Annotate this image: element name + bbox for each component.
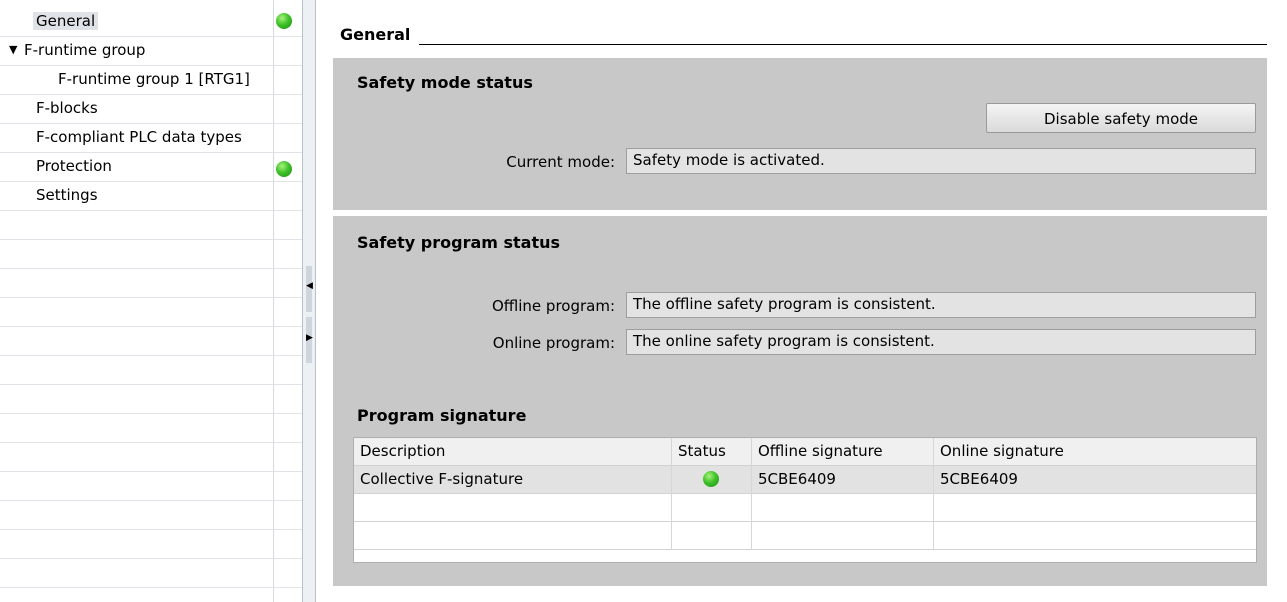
title-underline bbox=[419, 44, 1267, 45]
empty-cell bbox=[672, 522, 752, 550]
empty-cell bbox=[752, 494, 934, 522]
expand-triangle-icon[interactable]: ▼ bbox=[9, 43, 17, 56]
cell-status bbox=[672, 466, 752, 494]
nav-item-f-blocks[interactable]: F-blocks bbox=[0, 95, 302, 124]
nav-empty-row bbox=[0, 559, 302, 588]
nav-empty-row bbox=[0, 385, 302, 414]
nav-item-label: F-runtime group bbox=[24, 41, 146, 59]
status-ok-icon bbox=[276, 161, 292, 177]
nav-item-label: F-blocks bbox=[36, 99, 98, 117]
empty-cell bbox=[934, 522, 1256, 550]
table-row bbox=[354, 522, 1256, 550]
table-row bbox=[354, 494, 1256, 522]
program-signature-title: Program signature bbox=[357, 406, 527, 425]
nav-item-label: F-compliant PLC data types bbox=[36, 128, 242, 146]
empty-cell bbox=[354, 494, 672, 522]
nav-item-label: F-runtime group 1 [RTG1] bbox=[58, 70, 250, 88]
nav-item-label: General bbox=[33, 12, 99, 30]
nav-item-f-compliant-plc-data-types[interactable]: F-compliant PLC data types bbox=[0, 124, 302, 153]
disable-safety-mode-button[interactable]: Disable safety mode bbox=[986, 103, 1256, 133]
table-row[interactable]: Collective F-signature 5CBE6409 5CBE6409 bbox=[354, 466, 1256, 494]
cell-offline-signature: 5CBE6409 bbox=[752, 466, 934, 494]
nav-empty-row bbox=[0, 530, 302, 559]
current-mode-label: Current mode: bbox=[506, 153, 615, 171]
online-program-field: The online safety program is consistent. bbox=[626, 329, 1256, 355]
empty-cell bbox=[752, 522, 934, 550]
column-header-online-signature[interactable]: Online signature bbox=[934, 438, 1256, 466]
nav-empty-row bbox=[0, 327, 302, 356]
offline-program-field: The offline safety program is consistent… bbox=[626, 292, 1256, 318]
nav-empty-row bbox=[0, 298, 302, 327]
nav-empty-row bbox=[0, 269, 302, 298]
nav-item-label: Settings bbox=[36, 186, 98, 204]
nav-empty-row bbox=[0, 240, 302, 269]
safety-program-panel: Safety program status Offline program: T… bbox=[333, 216, 1267, 586]
online-program-label: Online program: bbox=[492, 334, 615, 352]
cell-description: Collective F-signature bbox=[354, 466, 672, 494]
table-header-row: Description Status Offline signature Onl… bbox=[354, 438, 1256, 466]
nav-empty-row bbox=[0, 443, 302, 472]
empty-cell bbox=[934, 494, 1256, 522]
expand-right-arrow-icon[interactable]: ▶ bbox=[306, 333, 313, 343]
safety-mode-title: Safety mode status bbox=[357, 73, 533, 92]
column-header-description[interactable]: Description bbox=[354, 438, 672, 466]
column-header-offline-signature[interactable]: Offline signature bbox=[752, 438, 934, 466]
properties-content: General Safety mode status Disable safet… bbox=[316, 0, 1287, 602]
nav-item-f-runtime-group[interactable]: ▼ F-runtime group bbox=[0, 37, 302, 66]
column-header-status[interactable]: Status bbox=[672, 438, 752, 466]
nav-empty-row bbox=[0, 356, 302, 385]
status-ok-icon bbox=[703, 471, 719, 487]
nav-item-general[interactable]: General bbox=[0, 8, 302, 37]
nav-empty-row bbox=[0, 472, 302, 501]
empty-cell bbox=[354, 522, 672, 550]
safety-mode-panel: Safety mode status Disable safety mode C… bbox=[333, 58, 1267, 210]
cell-online-signature: 5CBE6409 bbox=[940, 470, 1018, 488]
nav-item-protection[interactable]: Protection bbox=[0, 153, 302, 182]
safety-program-title: Safety program status bbox=[357, 233, 561, 252]
nav-item-settings[interactable]: Settings bbox=[0, 182, 302, 211]
nav-empty-row bbox=[0, 414, 302, 443]
empty-cell bbox=[672, 494, 752, 522]
status-ok-icon bbox=[276, 13, 292, 29]
current-mode-field: Safety mode is activated. bbox=[626, 148, 1256, 174]
nav-empty-row bbox=[0, 501, 302, 530]
pane-splitter[interactable]: ◀ ▶ bbox=[302, 0, 316, 602]
nav-item-f-runtime-group-1[interactable]: F-runtime group 1 [RTG1] bbox=[0, 66, 302, 95]
nav-item-label: Protection bbox=[36, 157, 112, 175]
navigation-tree: General ▼ F-runtime group F-runtime grou… bbox=[0, 0, 302, 602]
collapse-left-arrow-icon[interactable]: ◀ bbox=[306, 281, 313, 291]
signature-table: Description Status Offline signature Onl… bbox=[353, 437, 1257, 563]
nav-empty-row bbox=[0, 211, 302, 240]
offline-program-label: Offline program: bbox=[491, 297, 615, 315]
page-title: General bbox=[340, 25, 411, 44]
